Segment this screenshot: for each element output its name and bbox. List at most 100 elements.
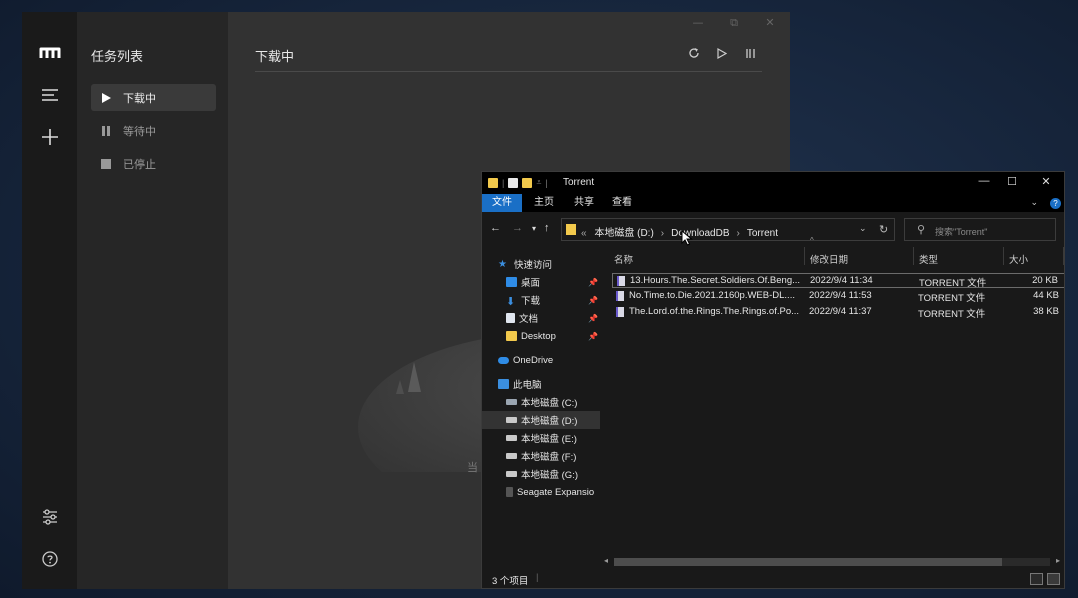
close-icon[interactable]: ✕ — [761, 16, 779, 29]
details-view-icon[interactable] — [1030, 573, 1043, 585]
properties-icon[interactable] — [508, 177, 519, 188]
breadcrumb-item-torrent[interactable]: Torrent — [747, 228, 778, 239]
external-drive-icon — [506, 487, 513, 497]
tree-item-drive-d[interactable]: 本地磁盘 (D:) — [482, 411, 600, 429]
pin-icon: 📌 — [588, 295, 598, 305]
header-divider — [255, 71, 762, 72]
tree-item-this-pc[interactable]: 此电脑 — [482, 375, 600, 393]
minimize-icon[interactable]: — — [689, 16, 707, 29]
breadcrumb-item-downloaddb[interactable]: DownloadDB — [671, 228, 729, 239]
add-icon[interactable] — [22, 122, 77, 152]
new-folder-icon[interactable] — [522, 177, 533, 188]
sidebar-title: 任务列表 — [91, 50, 144, 65]
clear-icon[interactable] — [660, 45, 676, 61]
help-icon[interactable] — [22, 544, 77, 574]
address-dropdown-icon[interactable]: ⌄ — [859, 223, 867, 234]
search-box[interactable]: ⚲ 搜索"Torrent" — [904, 218, 1056, 241]
icon-bar — [22, 12, 77, 589]
ribbon-tabs: 文件 主页 共享 查看 ⌄ ? — [482, 194, 1064, 212]
column-header-name[interactable]: 名称 — [614, 251, 633, 271]
sidebar-item-downloading[interactable]: 下载中 — [91, 84, 216, 111]
forward-arrow-icon[interactable]: → — [512, 222, 523, 234]
table-row[interactable]: The.Lord.of.the.Rings.The.Rings.of.Po...… — [612, 305, 1064, 320]
item-count: 3 个项目 — [492, 576, 529, 587]
file-date: 2022/9/4 11:37 — [809, 306, 872, 317]
tree-item-seagate[interactable]: Seagate Expansio — [482, 483, 600, 501]
maximize-button[interactable]: ☐ — [1000, 175, 1024, 188]
status-bar: 3 个项目 | — [482, 569, 1064, 588]
pause-all-icon[interactable] — [742, 45, 758, 61]
customize-qat-icon[interactable]: ⩡ — [536, 177, 541, 188]
quick-access-toolbar: | ⩡ | — [488, 177, 548, 188]
help-icon[interactable]: ? — [1050, 198, 1061, 209]
document-icon — [506, 313, 515, 323]
file-date: 2022/9/4 11:53 — [809, 290, 872, 301]
column-header-date[interactable]: 修改日期 — [810, 251, 848, 271]
horizontal-scrollbar[interactable]: ◂ ▸ — [600, 555, 1064, 569]
tab-home[interactable]: 主页 — [530, 194, 558, 212]
search-input[interactable]: 搜索"Torrent" — [935, 225, 987, 238]
table-row[interactable]: 13.Hours.The.Secret.Soldiers.Of.Beng... … — [612, 273, 1064, 289]
desktop-icon — [506, 277, 517, 287]
scrollbar-thumb[interactable] — [614, 558, 1002, 566]
breadcrumb: « 本地磁盘 (D:) › DownloadDB › Torrent — [581, 228, 778, 239]
tab-share[interactable]: 共享 — [570, 194, 598, 212]
tree-item-downloads[interactable]: ⬇ 下载 📌 — [482, 291, 600, 309]
sort-ascending-icon: ^ — [810, 236, 814, 245]
file-date: 2022/9/4 11:34 — [810, 275, 873, 286]
pause-icon — [101, 125, 111, 136]
tree-item-onedrive[interactable]: OneDrive — [482, 351, 600, 369]
resume-all-icon[interactable] — [714, 45, 730, 61]
tree-item-drive-g[interactable]: 本地磁盘 (G:) — [482, 465, 600, 483]
scroll-right-icon[interactable]: ▸ — [1056, 556, 1060, 565]
tree-item-desktop-folder[interactable]: Desktop 📌 — [482, 327, 600, 345]
sidebar-item-label: 下载中 — [123, 91, 156, 105]
folder-icon — [506, 331, 517, 341]
drive-icon — [506, 471, 517, 477]
tree-item-quick-access[interactable]: ★ 快速访问 — [482, 255, 600, 273]
sidebar-item-stopped[interactable]: 已停止 — [91, 150, 216, 177]
file-name: No.Time.to.Die.2021.2160p.WEB-DL.... — [629, 290, 795, 301]
breadcrumb-item-drive[interactable]: 本地磁盘 (D:) — [594, 228, 653, 239]
settings-icon[interactable] — [22, 502, 77, 532]
window-title: Torrent — [563, 177, 595, 188]
refresh-icon[interactable]: ↻ — [879, 223, 888, 236]
tab-file[interactable]: 文件 — [482, 194, 522, 212]
refresh-icon[interactable] — [686, 45, 702, 61]
large-icons-view-icon[interactable] — [1047, 573, 1060, 585]
download-icon: ⬇ — [506, 296, 516, 308]
address-bar[interactable]: « 本地磁盘 (D:) › DownloadDB › Torrent ⌄ ↻ — [561, 218, 895, 241]
sidebar-item-waiting[interactable]: 等待中 — [91, 117, 216, 144]
recent-locations-icon[interactable]: ▾ — [532, 224, 536, 233]
tree-item-drive-f[interactable]: 本地磁盘 (F:) — [482, 447, 600, 465]
drive-icon — [506, 435, 517, 441]
page-title: 下载中 — [255, 50, 295, 65]
close-button[interactable]: ✕ — [1034, 175, 1058, 188]
column-header-size[interactable]: 大小 — [1009, 251, 1028, 271]
pin-icon: 📌 — [588, 277, 598, 287]
column-header-type[interactable]: 类型 — [919, 251, 938, 271]
tree-item-desktop[interactable]: 桌面 📌 — [482, 273, 600, 291]
file-explorer-window: | ⩡ | Torrent — ☐ ✕ 文件 主页 共享 查看 ⌄ ? ← → … — [481, 171, 1065, 589]
breadcrumb-overflow[interactable]: « — [581, 228, 587, 239]
tree-item-documents[interactable]: 文档 📌 — [482, 309, 600, 327]
file-type: TORRENT 文件 — [919, 278, 987, 289]
star-icon: ★ — [498, 259, 507, 270]
torrent-file-icon — [616, 291, 624, 301]
minimize-button[interactable]: — — [972, 175, 996, 187]
torrent-file-icon — [617, 276, 625, 286]
maximize-icon[interactable]: ⧉ — [725, 16, 743, 30]
tree-item-drive-e[interactable]: 本地磁盘 (E:) — [482, 429, 600, 447]
sidebar-item-label: 已停止 — [123, 157, 156, 171]
up-arrow-icon[interactable]: ↑ — [544, 222, 550, 234]
motrix-logo-icon[interactable] — [22, 38, 77, 68]
tab-view[interactable]: 查看 — [608, 194, 636, 212]
scroll-left-icon[interactable]: ◂ — [604, 556, 608, 565]
tree-item-drive-c[interactable]: 本地磁盘 (C:) — [482, 393, 600, 411]
menu-icon[interactable] — [22, 80, 77, 110]
mouse-cursor-icon — [681, 230, 693, 246]
play-icon — [101, 92, 111, 103]
table-row[interactable]: No.Time.to.Die.2021.2160p.WEB-DL.... 202… — [612, 289, 1064, 304]
expand-ribbon-icon[interactable]: ⌄ — [1030, 197, 1038, 208]
back-arrow-icon[interactable]: ← — [490, 222, 501, 234]
